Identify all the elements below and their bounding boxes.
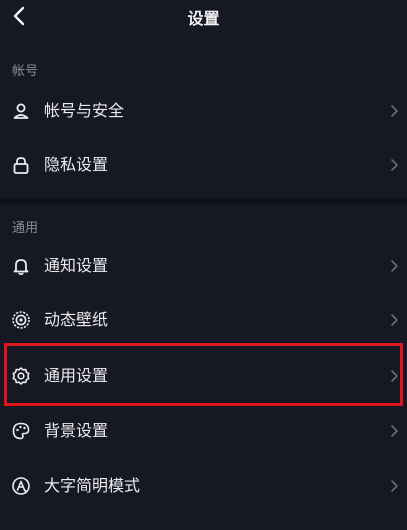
settings-item-large-text-mode[interactable]: 大字简明模式: [0, 462, 407, 510]
section-divider: [0, 198, 407, 204]
settings-item-background[interactable]: 背景设置: [0, 407, 407, 455]
page-title: 设置: [187, 9, 220, 28]
chevron-right-icon: [391, 105, 398, 117]
settings-item-privacy[interactable]: 隐私设置: [0, 141, 407, 189]
settings-item-label: 帐号与安全: [44, 101, 125, 120]
chevron-right-icon: [391, 260, 398, 272]
chevron-right-icon: [391, 480, 398, 492]
lock-icon: [13, 157, 29, 174]
palette-icon: [12, 422, 30, 440]
chevron-right-icon: [391, 425, 398, 437]
settings-item-label: 大字简明模式: [44, 476, 141, 495]
settings-item-account-security[interactable]: 帐号与安全: [0, 87, 407, 135]
section-label-account: 帐号: [12, 64, 39, 79]
user-icon: [13, 103, 29, 119]
chevron-right-icon: [391, 159, 398, 171]
section-label-general: 通用: [12, 221, 39, 236]
settings-item-dynamic-wallpaper[interactable]: 动态壁纸: [0, 296, 407, 344]
chevron-right-icon: [391, 314, 398, 326]
settings-item-label: 隐私设置: [44, 155, 109, 174]
header: 设置: [0, 0, 407, 34]
settings-item-label: 背景设置: [44, 421, 109, 440]
settings-item-label: 通知设置: [44, 256, 109, 275]
large-text-icon: [12, 477, 30, 495]
settings-item-label: 动态壁纸: [44, 310, 109, 329]
dynamic-wallpaper-icon: [12, 311, 30, 329]
bell-icon: [13, 259, 29, 276]
settings-item-notifications[interactable]: 通知设置: [0, 242, 407, 290]
highlight-box: [4, 343, 403, 406]
